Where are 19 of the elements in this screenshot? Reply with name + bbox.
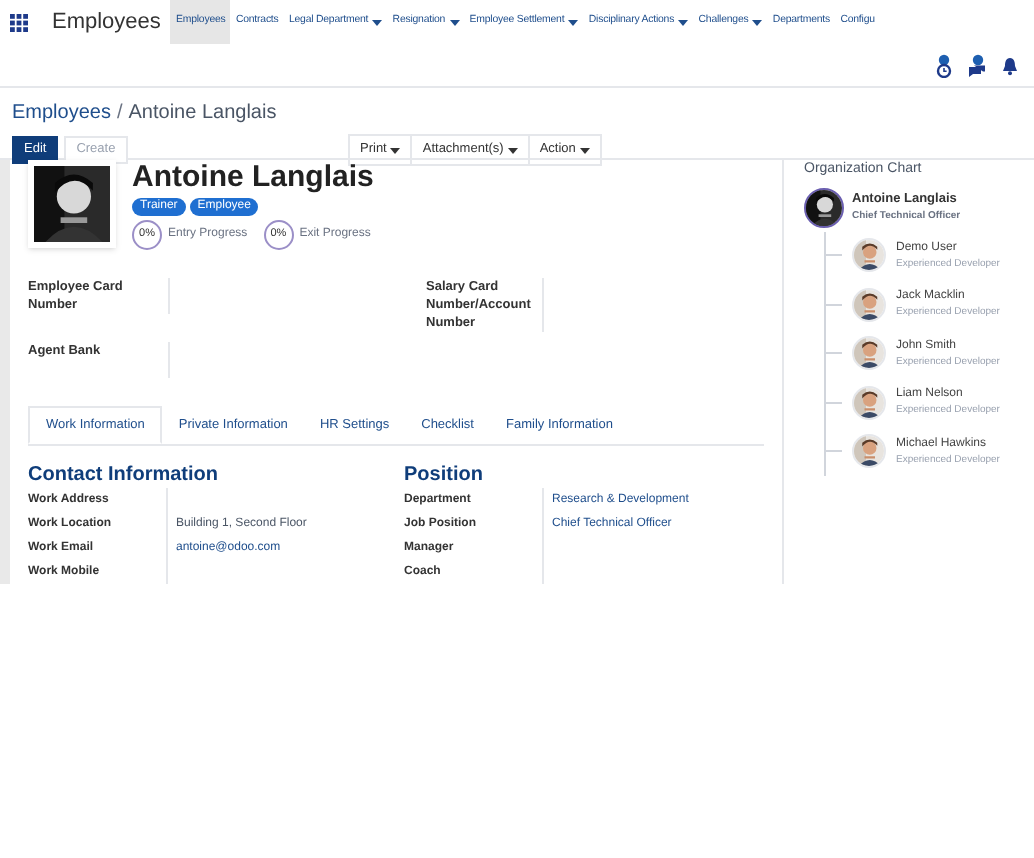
caret-icon: [678, 19, 689, 25]
section-heading: Contact Information: [28, 464, 220, 488]
clock-icon[interactable]: [936, 53, 952, 77]
app-title: Employees: [52, 7, 161, 38]
caret-icon: [372, 19, 383, 25]
breadcrumb-link[interactable]: Employees: [12, 98, 111, 128]
chat-icon[interactable]: [968, 53, 986, 77]
employee-name: Antoine Langlais: [132, 160, 374, 196]
apps-icon[interactable]: [10, 13, 28, 31]
caret-icon: [579, 147, 590, 153]
caret-icon: [390, 147, 401, 153]
bell-icon[interactable]: [1002, 55, 1018, 75]
breadcrumb-current: Antoine Langlais: [128, 100, 277, 128]
breadcrumb-separator: /: [116, 100, 123, 128]
caret-icon: [568, 19, 579, 25]
caret-icon: [507, 147, 518, 153]
caret-icon: [449, 19, 460, 25]
caret-icon: [752, 19, 763, 25]
section-heading: Position: [404, 464, 485, 488]
